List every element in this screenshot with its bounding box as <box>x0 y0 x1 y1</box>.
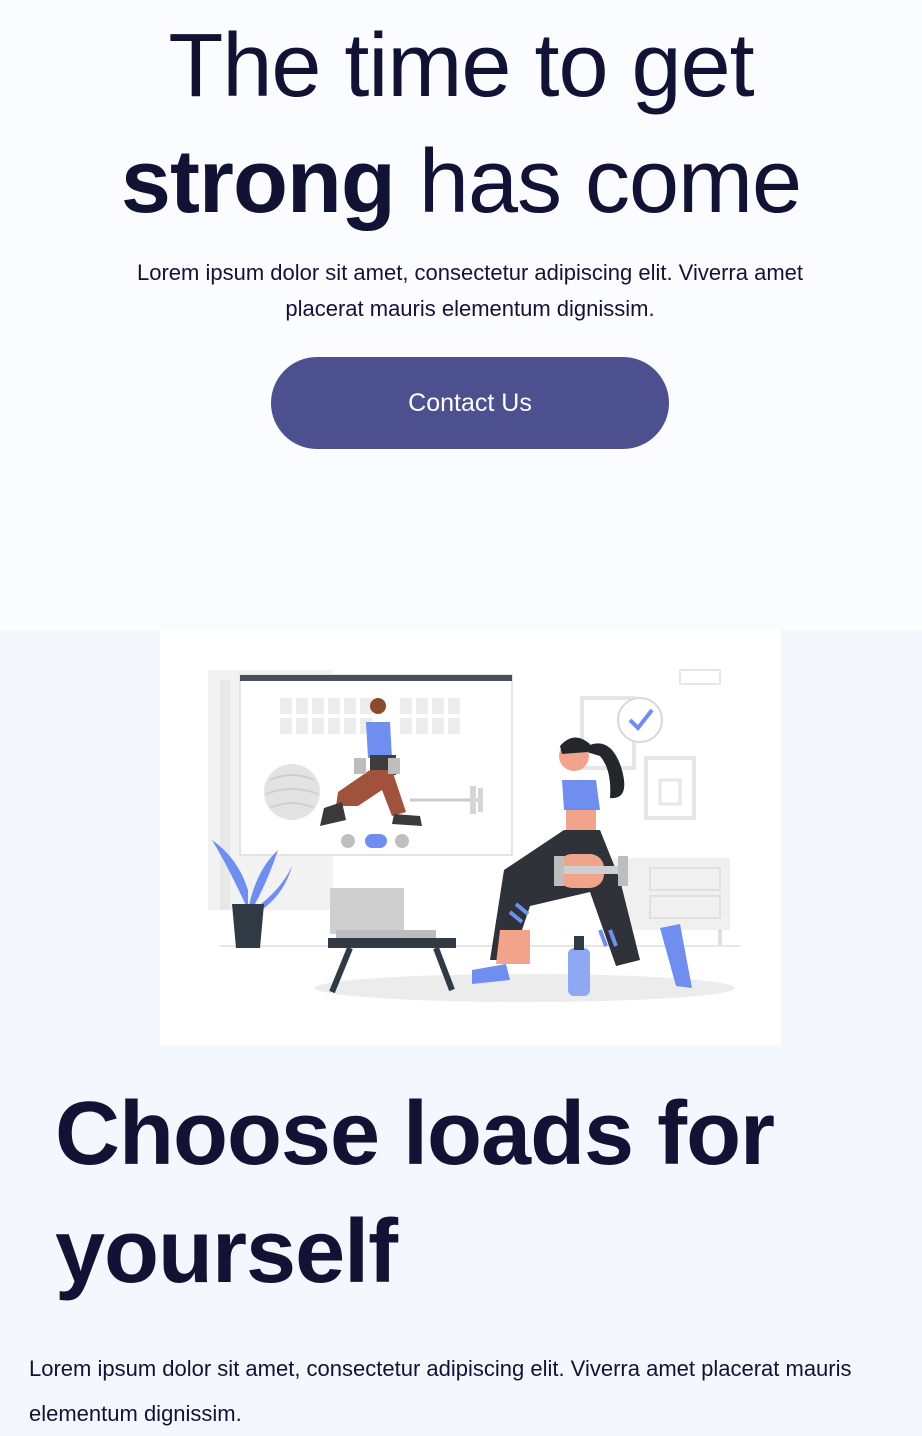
contact-us-button[interactable]: Contact Us <box>271 357 669 449</box>
hero-title-bold: strong <box>120 132 396 232</box>
online-workout-illustration <box>160 630 781 1045</box>
hero-description: Lorem ipsum dolor sit amet, consectetur … <box>137 260 803 321</box>
check-bubble-icon <box>617 697 663 743</box>
hero-title-rest: has come <box>394 132 802 232</box>
workout-illustration-svg <box>208 669 740 1002</box>
section-description: Lorem ipsum dolor sit amet, consectetur … <box>29 1356 852 1426</box>
hero-title-line1: The time to get <box>168 16 754 116</box>
section-title-bold-1: for <box>657 1084 775 1184</box>
section-title-regular: Choose loads <box>55 1084 658 1184</box>
video-call-window <box>239 674 513 856</box>
hero-section: The time to get strong has come Lorem ip… <box>0 0 922 630</box>
section-title: Choose loads for yourself <box>55 1075 875 1311</box>
section-title-bold-2: yourself <box>55 1202 398 1302</box>
hero-title: The time to get strong has come <box>0 8 922 240</box>
